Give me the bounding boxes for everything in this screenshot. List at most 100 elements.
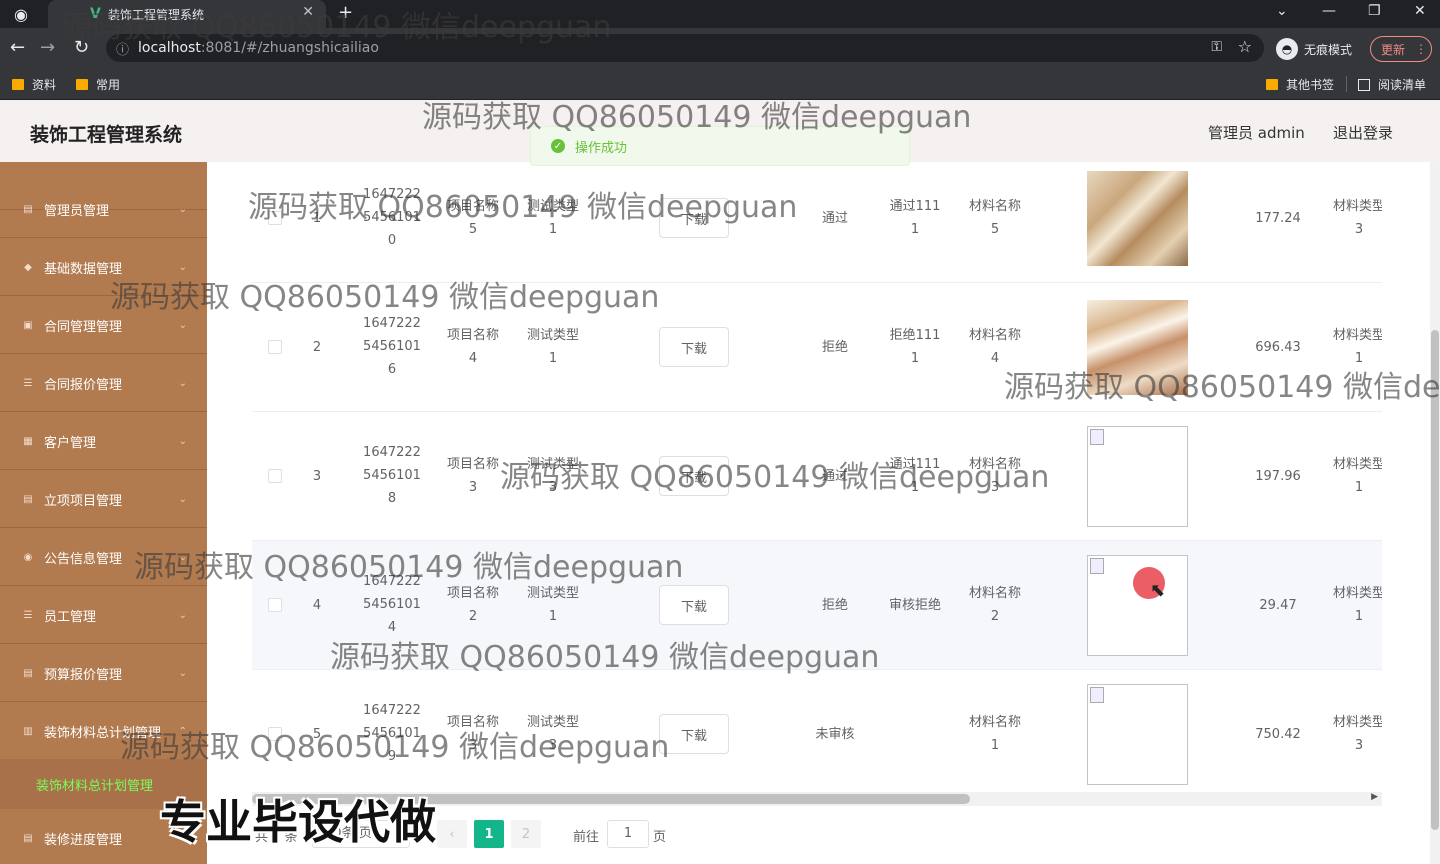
row-project: 项目名称 3 [446, 457, 499, 495]
chevron-icon: ⌄ [178, 609, 187, 621]
prev-page-button[interactable]: ‹ [437, 820, 467, 848]
download-button[interactable]: 下载 [659, 327, 729, 367]
row-project: 项目名称 2 [446, 586, 499, 624]
goto-label: 前往 [573, 830, 600, 845]
material-image[interactable] [1087, 426, 1188, 527]
sidebar-item-label: 装修进度管理 [44, 832, 123, 848]
table-row[interactable]: 1 1647222 5456101 0 项目名称 5 测试类型 1 下载 通过 通过111 1 材料名称… [252, 162, 1382, 283]
sidebar-item-8[interactable]: ▤ 预算报价管理 ⌄ [0, 645, 207, 702]
sidebar-item-5[interactable]: ▤ 立项项目管理 ⌄ [0, 471, 207, 528]
row-material-type: 材料类型 1 [1332, 457, 1382, 495]
row-checkbox[interactable] [268, 469, 282, 483]
sidebar-item-4[interactable]: ▦ 客户管理 ⌄ [0, 413, 207, 470]
bookmark-folder-ziliao[interactable]: 资料 [12, 76, 56, 93]
download-button[interactable]: 下载 [659, 585, 729, 625]
mouse-cursor-icon: ⬉ [1150, 580, 1166, 601]
key-icon[interactable]: ⚿ [1211, 39, 1222, 55]
menu-icon: ☰ [23, 377, 33, 389]
new-tab-icon[interactable]: + [338, 2, 353, 23]
download-button[interactable]: 下载 [659, 714, 729, 754]
sidebar-item-9[interactable]: ▥ 装饰材料总计划管理 ⌃ [0, 703, 207, 760]
toast-message: 操作成功 [575, 140, 628, 156]
menu-icon: ▦ [23, 435, 33, 447]
row-status: 未审核 [815, 727, 855, 742]
row-remark: 拒绝111 1 [889, 328, 941, 366]
vertical-scrollbar[interactable] [1430, 162, 1440, 864]
chevron-icon: ⌄ [178, 319, 187, 331]
row-material-type: 材料类型 1 [1332, 586, 1382, 624]
sidebar-item-1[interactable]: ◆ 基础数据管理 ⌄ [0, 239, 207, 296]
row-material: 材料名称 5 [968, 199, 1021, 237]
menu-icon: ▤ [23, 832, 33, 844]
row-code: 1647222 5456101 4 [363, 574, 421, 635]
row-index: 1 [312, 211, 322, 226]
sidebar-item-3[interactable]: ☰ 合同报价管理 ⌄ [0, 355, 207, 412]
minimize-icon[interactable]: — [1322, 3, 1336, 19]
row-status: 通过 [821, 211, 848, 226]
row-type: 测试类型 1 [526, 328, 579, 366]
row-code: 1647222 5456101 9 [363, 703, 421, 764]
data-table: 1 1647222 5456101 0 项目名称 5 测试类型 1 下载 通过 通过111 1 材料名称… [252, 162, 1382, 792]
menu-icon: ▤ [23, 493, 33, 505]
row-price: 696.43 [1255, 340, 1301, 355]
sidebar-item-label: 公告信息管理 [44, 551, 123, 567]
page-number-current[interactable]: 1 [474, 820, 504, 848]
sidebar-item-2[interactable]: ▣ 合同管理管理 ⌄ [0, 297, 207, 354]
bookmark-separator [1346, 76, 1347, 92]
info-icon[interactable]: ⓘ [116, 39, 129, 58]
vertical-scroll-thumb[interactable] [1431, 330, 1439, 830]
restore-icon[interactable]: ❐ [1368, 3, 1381, 19]
sidebar-item-6[interactable]: ◉ 公告信息管理 ⌄ [0, 529, 207, 586]
address-bar[interactable]: ⓘ localhost:8081/#/zhuangshicailiao ⚿ ☆ [106, 34, 1264, 62]
close-window-icon[interactable]: ✕ [1414, 3, 1426, 19]
sidebar-item-label: 员工管理 [44, 609, 97, 625]
sidebar-item-label: 装饰材料总计划管理 [44, 725, 162, 741]
row-material-type: 材料类型 1 [1332, 328, 1382, 366]
row-checkbox[interactable] [268, 598, 282, 612]
chevron-icon: ⌃ [178, 725, 187, 737]
update-label: 更新 [1381, 42, 1406, 57]
reload-icon[interactable]: ↻ [74, 37, 89, 58]
forward-icon[interactable]: → [40, 37, 55, 58]
goto-page-input[interactable]: 1 [607, 820, 649, 848]
sidebar-item-0[interactable]: ▤ 管理员管理 ⌄ [0, 181, 207, 238]
vue-favicon-icon: V [90, 6, 101, 22]
tab-close-icon[interactable]: ✕ [302, 4, 314, 20]
download-button[interactable]: 下载 [659, 456, 729, 496]
incognito-indicator[interactable]: ◓ 无痕模式 [1276, 38, 1352, 60]
table-row[interactable]: 4 1647222 5456101 4 项目名称 2 测试类型 1 下载 拒绝 审核拒绝 材料名称 2 2… [252, 541, 1382, 670]
download-button[interactable]: 下载 [659, 198, 729, 238]
page-number-next[interactable]: 2 [511, 820, 541, 848]
bookmark-star-icon[interactable]: ☆ [1238, 37, 1252, 56]
check-circle-icon: ✓ [551, 139, 565, 153]
bookmark-folder-changyong[interactable]: 常用 [76, 76, 120, 93]
broken-image-icon [1090, 687, 1104, 703]
watermark-banner: 专业毕设代做 [160, 795, 436, 849]
row-checkbox[interactable] [268, 340, 282, 354]
table-row[interactable]: 5 1647222 5456101 9 项目名称 3 测试类型 3 下载 未审核 材料名称 1 750.… [252, 670, 1382, 792]
row-material: 材料名称 4 [968, 328, 1021, 366]
back-icon[interactable]: ← [10, 37, 25, 58]
row-checkbox[interactable] [268, 211, 282, 225]
row-checkbox[interactable] [268, 727, 282, 741]
menu-icon: ▤ [23, 203, 33, 215]
material-image[interactable] [1087, 684, 1188, 785]
material-photo[interactable] [1087, 300, 1188, 395]
row-price: 750.42 [1255, 727, 1301, 742]
update-button[interactable]: 更新 ⋮ [1370, 36, 1432, 62]
table-row[interactable]: 3 1647222 5456101 8 项目名称 3 测试类型 3 下载 通过 通过111 1 材料名称… [252, 412, 1382, 541]
row-status: 拒绝 [821, 340, 848, 355]
sidebar-item-7[interactable]: ☰ 员工管理 ⌄ [0, 587, 207, 644]
row-material-type: 材料类型 3 [1332, 715, 1382, 753]
tab-search-icon[interactable]: ⌄ [1276, 3, 1288, 19]
row-type: 测试类型 1 [526, 199, 579, 237]
material-photo[interactable] [1087, 171, 1188, 266]
bookmark-other[interactable]: 其他书签 [1266, 76, 1334, 93]
browser-tab[interactable]: V 装饰工程管理系统 ✕ [48, 0, 326, 28]
row-type: 测试类型 1 [526, 586, 579, 624]
reading-list[interactable]: 阅读清单 [1358, 76, 1426, 93]
table-row[interactable]: 2 1647222 5456101 6 项目名称 4 测试类型 1 下载 拒绝 拒绝111 1 材料名称… [252, 283, 1382, 412]
logout-link[interactable]: 退出登录 [1333, 122, 1393, 143]
scroll-right-icon[interactable]: ▶ [1371, 792, 1378, 802]
sidebar-item-label: 合同管理管理 [44, 319, 123, 335]
